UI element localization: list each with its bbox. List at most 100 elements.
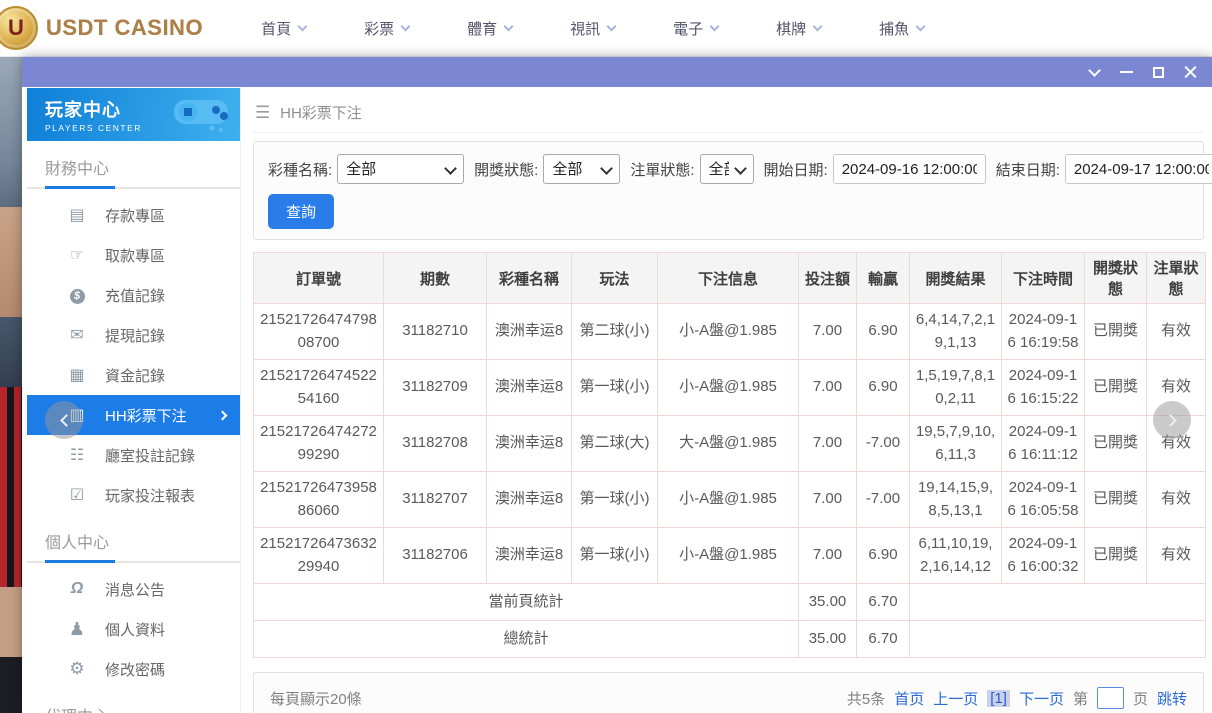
page-summary-win-loss: 6.70 [857, 584, 910, 621]
nav-menu: 首頁 彩票 體育 視訊 電子 棋牌 捕魚 [261, 18, 982, 39]
page-number-input[interactable] [1097, 687, 1124, 709]
gamepad-icon [168, 92, 234, 136]
withdraw-hand-icon [65, 245, 89, 265]
col-play: 玩法 [572, 253, 658, 304]
col-bet-info: 下注信息 [658, 253, 799, 304]
page-title: HH彩票下注 [280, 102, 362, 123]
brand-logo[interactable]: U USDT CASINO [0, 6, 203, 50]
total-summary-win-loss: 6.70 [857, 621, 910, 658]
page-header: HH彩票下注 [253, 93, 1204, 133]
sidebar-item-announcements[interactable]: 消息公告 [27, 569, 240, 609]
col-bet-amount: 投注額 [799, 253, 857, 304]
sidebar-item-hall-bet-record[interactable]: 廳室投註記錄 [27, 435, 240, 475]
window-titlebar[interactable] [22, 57, 1212, 87]
nav-item-cards[interactable]: 棋牌 [776, 18, 879, 39]
brand-name: USDT CASINO [46, 15, 203, 41]
col-lottery: 彩種名稱 [487, 253, 572, 304]
col-order-id: 訂單號 [254, 253, 384, 304]
chevron-down-icon [504, 21, 514, 31]
draw-status-select[interactable]: 全部 [543, 154, 620, 184]
nav-item-home[interactable]: 首頁 [261, 18, 364, 39]
nav-item-fishing[interactable]: 捕魚 [879, 18, 982, 39]
sidebar-banner: 玩家中心 PLAYERS CENTER [27, 88, 240, 141]
total-summary-row: 總統計 35.00 6.70 [254, 621, 1206, 658]
player-center-window: 玩家中心 PLAYERS CENTER 財務中心 存款專區 取款專區 [22, 57, 1212, 713]
col-order-status: 注單狀態 [1147, 253, 1206, 304]
per-page-label: 每頁顯示20條 [270, 688, 362, 709]
sidebar-item-deposit[interactable]: 存款專區 [27, 195, 240, 235]
nav-item-live[interactable]: 視訊 [570, 18, 673, 39]
col-result: 開獎結果 [910, 253, 1002, 304]
jump-suffix-label: 页 [1133, 688, 1148, 709]
window-restore-button[interactable] [1078, 59, 1110, 85]
table-row: 215217264742729929031182708澳洲幸运8第二球(大)大-… [254, 416, 1206, 472]
jump-prefix-label: 第 [1073, 688, 1088, 709]
current-page-badge[interactable]: [1] [987, 690, 1010, 707]
order-status-select[interactable]: 全部 [700, 154, 754, 184]
query-button[interactable]: 查詢 [268, 194, 334, 229]
chevron-right-icon [1164, 414, 1177, 427]
nav-item-lottery[interactable]: 彩票 [364, 18, 467, 39]
start-date-input[interactable] [833, 154, 986, 184]
scroll-right-button[interactable] [1153, 401, 1191, 439]
bell-icon [65, 580, 89, 598]
sidebar-item-player-bet-report[interactable]: 玩家投注報表 [27, 475, 240, 515]
col-draw-status: 開獎狀態 [1085, 253, 1147, 304]
maximize-icon [1153, 67, 1164, 78]
gear-icon [65, 659, 89, 679]
table-row: 215217264745225416031182709澳洲幸运8第一球(小)小-… [254, 360, 1206, 416]
chevron-down-icon [298, 21, 308, 31]
start-date-label: 開始日期: [764, 159, 828, 180]
draw-status-select-wrap: 全部 [543, 154, 620, 184]
hamburger-icon[interactable] [255, 103, 270, 123]
col-period: 期數 [384, 253, 487, 304]
sidebar-item-withdraw[interactable]: 取款專區 [27, 235, 240, 275]
window-maximize-button[interactable] [1142, 59, 1174, 85]
section-divider [27, 561, 240, 563]
first-page-link[interactable]: 首页 [894, 688, 924, 709]
minimize-icon [1120, 71, 1133, 73]
deposit-card-icon [65, 205, 89, 225]
bets-table: 訂單號 期數 彩種名稱 玩法 下注信息 投注額 輸贏 開獎結果 下注時間 開獎狀… [253, 252, 1206, 658]
window-minimize-button[interactable] [1110, 59, 1142, 85]
sidebar-item-recharge-record[interactable]: 充值記錄 [27, 275, 240, 315]
pagination-bar: 每頁顯示20條 共5条 首页 上一页 [1] 下一页 第 页 跳转 [253, 672, 1204, 713]
wallet-icon [65, 325, 89, 345]
chevron-down-icon [1088, 64, 1101, 77]
sidebar-item-change-password[interactable]: 修改密碼 [27, 649, 240, 689]
total-count-label: 共5条 [847, 688, 885, 709]
coin-letter: U [8, 15, 24, 41]
section-divider [27, 187, 240, 189]
chevron-down-icon [401, 21, 411, 31]
window-close-button[interactable] [1174, 59, 1206, 85]
end-date-label: 結束日期: [996, 159, 1060, 180]
scroll-left-button[interactable] [45, 401, 83, 439]
sidebar-item-funds-record[interactable]: 資金記錄 [27, 355, 240, 395]
report-icon [65, 485, 89, 505]
next-page-link[interactable]: 下一页 [1019, 688, 1064, 709]
page-summary-label: 當前頁統計 [254, 584, 799, 621]
chevron-down-icon [710, 21, 720, 31]
chevron-down-icon [916, 21, 926, 31]
main-content: HH彩票下注 彩種名稱: 全部 開獎狀態: 全部 注單狀態: [241, 87, 1212, 713]
section-title-personal: 個人中心 [27, 515, 240, 561]
jump-link[interactable]: 跳转 [1157, 688, 1187, 709]
total-summary-label: 總統計 [254, 621, 799, 658]
table-header-row: 訂單號 期數 彩種名稱 玩法 下注信息 投注額 輸贏 開獎結果 下注時間 開獎狀… [254, 253, 1206, 304]
nav-item-slots[interactable]: 電子 [673, 18, 776, 39]
chevron-down-icon [607, 21, 617, 31]
nav-item-sports[interactable]: 體育 [467, 18, 570, 39]
total-summary-bet-amount: 35.00 [799, 621, 857, 658]
prev-page-link[interactable]: 上一页 [933, 688, 978, 709]
lottery-name-select[interactable]: 全部 [337, 154, 464, 184]
profile-icon [65, 619, 89, 640]
page-summary-row: 當前頁統計 35.00 6.70 [254, 584, 1206, 621]
sidebar-item-withdraw-record[interactable]: 提現記錄 [27, 315, 240, 355]
draw-status-label: 開獎狀態: [474, 159, 538, 180]
sidebar: 玩家中心 PLAYERS CENTER 財務中心 存款專區 取款專區 [27, 87, 241, 713]
end-date-input[interactable] [1065, 154, 1212, 184]
sidebar-item-profile[interactable]: 個人資料 [27, 609, 240, 649]
col-bet-time: 下注時間 [1002, 253, 1085, 304]
funds-icon [65, 365, 89, 385]
filter-panel: 彩種名稱: 全部 開獎狀態: 全部 注單狀態: 全部 開始日期: [253, 141, 1204, 240]
